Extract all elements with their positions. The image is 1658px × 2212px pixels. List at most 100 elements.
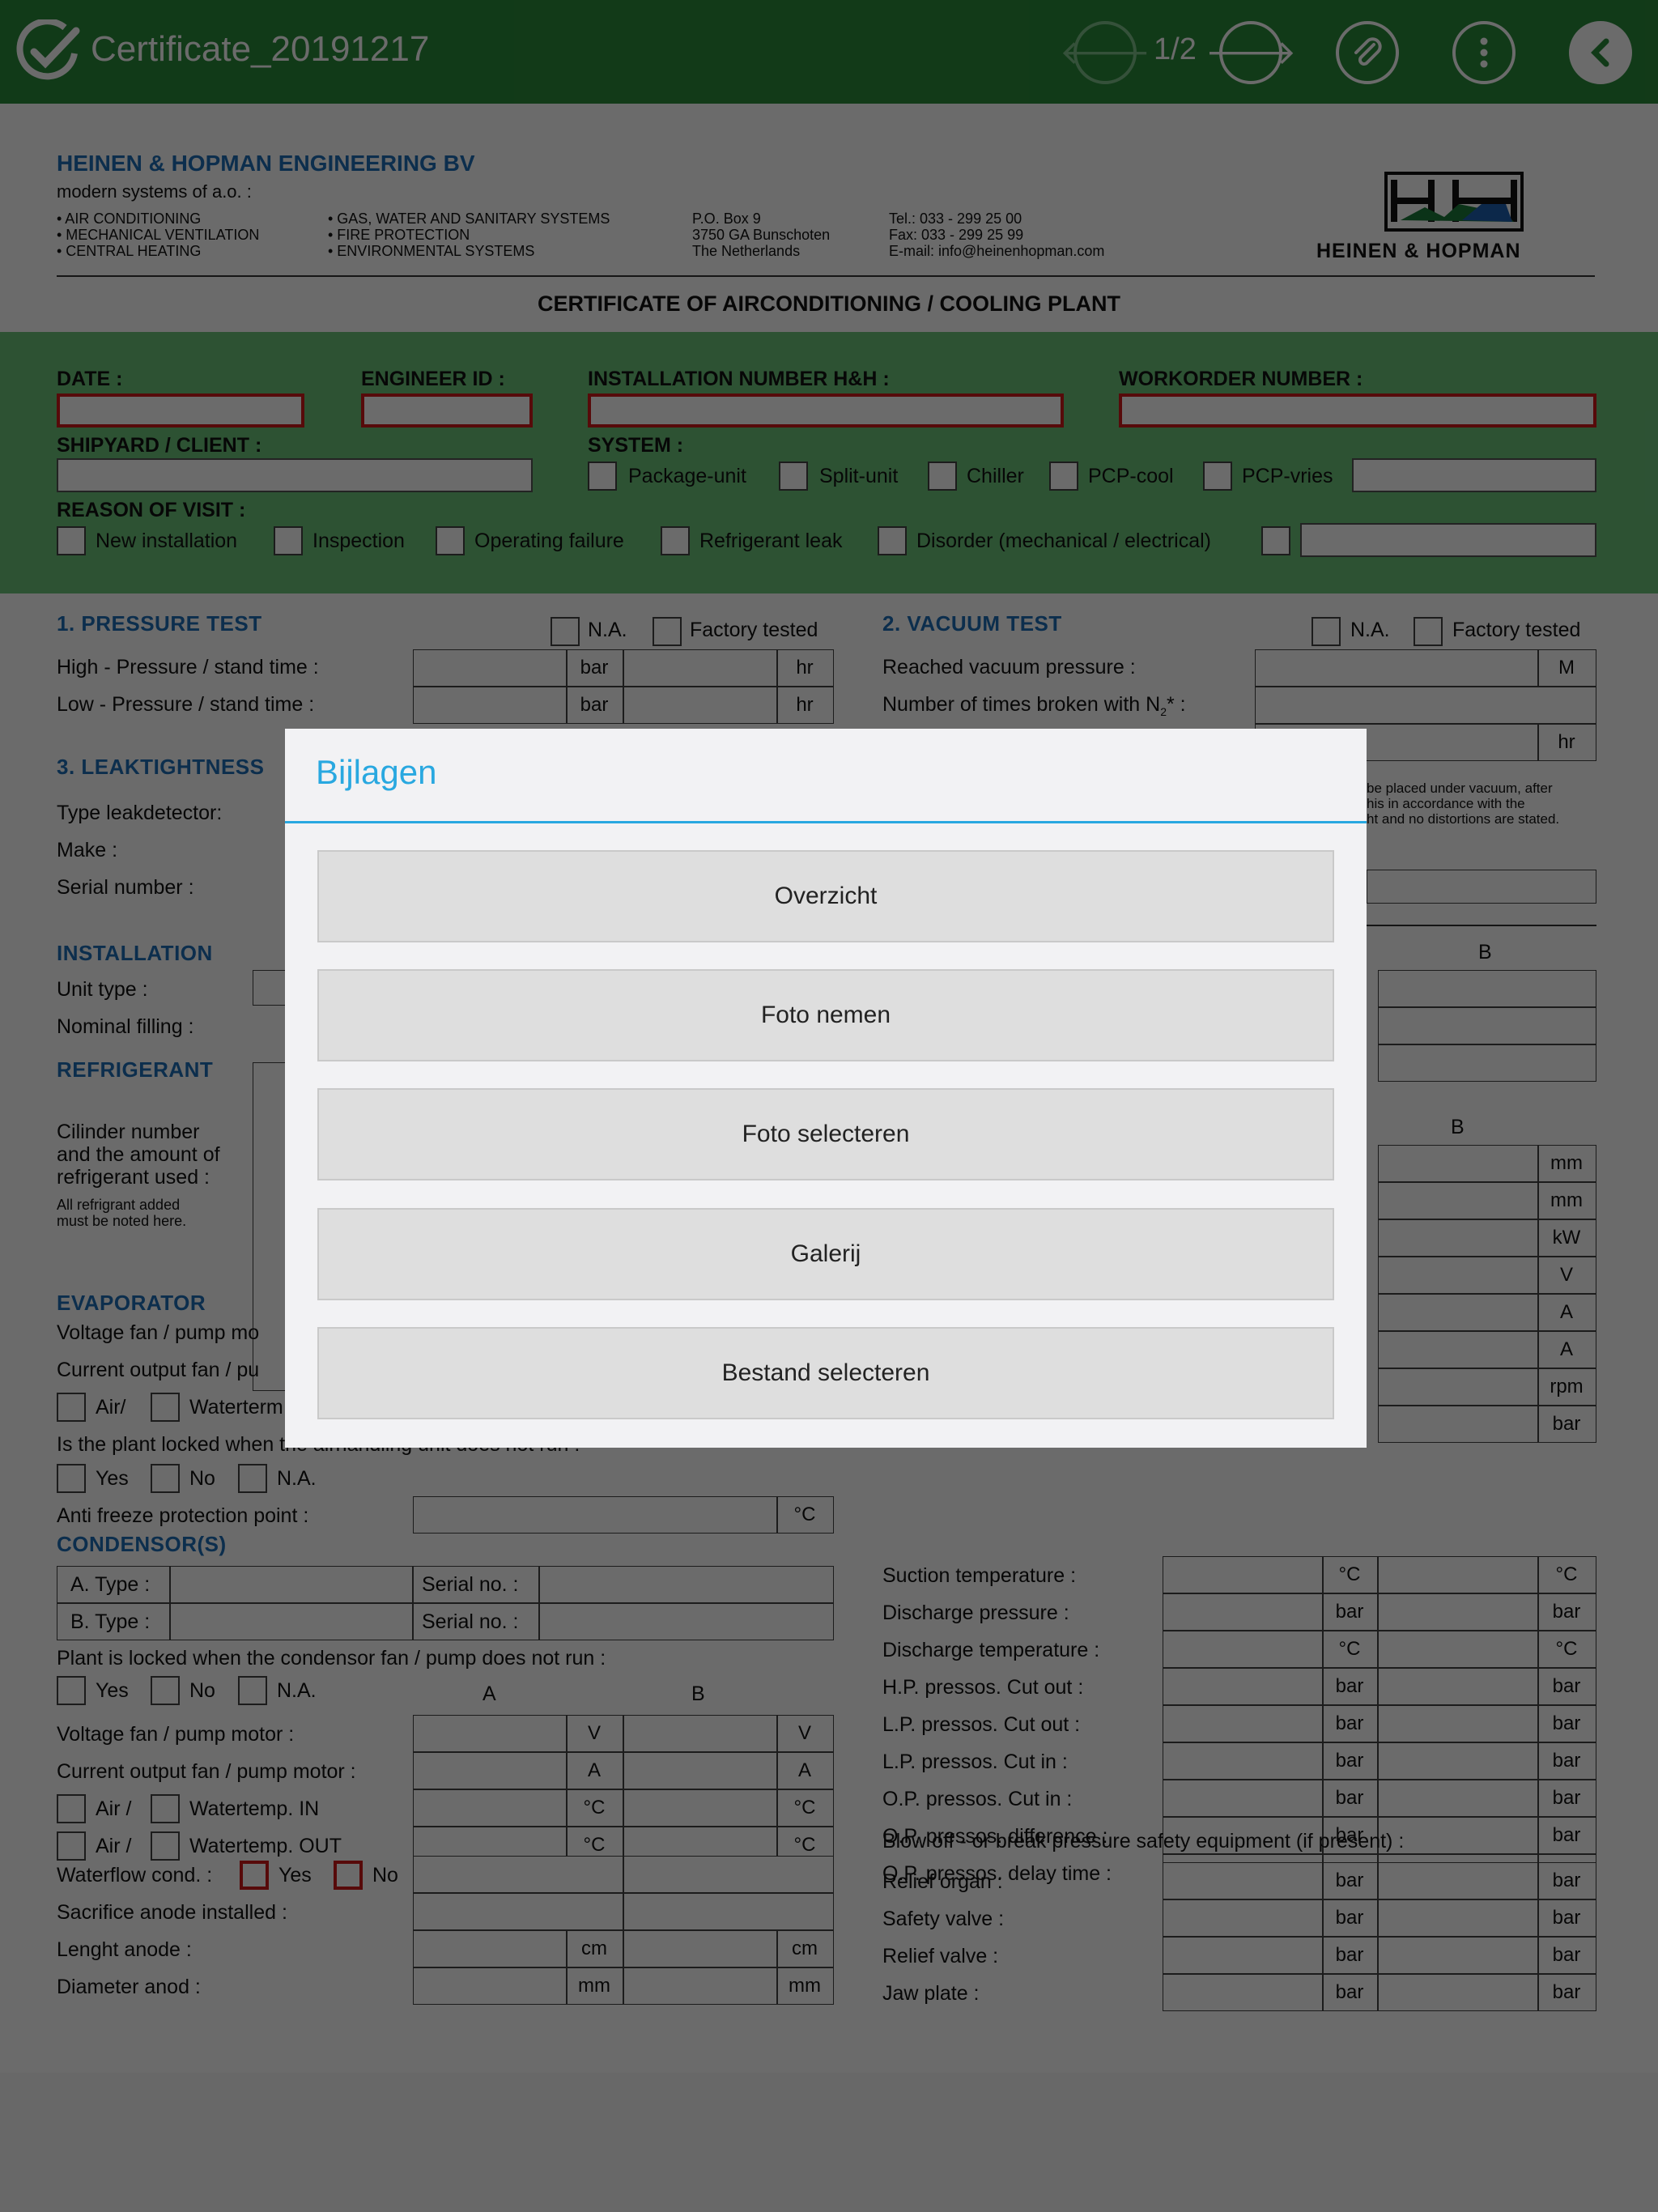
- attachments-button[interactable]: [1336, 21, 1399, 84]
- installation-b-row-3[interactable]: [1378, 1044, 1596, 1082]
- safety-b-field[interactable]: [1378, 1862, 1538, 1899]
- high-pressure-value[interactable]: [413, 649, 567, 687]
- measurement-b-field[interactable]: [1378, 1631, 1538, 1668]
- system-other-field[interactable]: [1352, 458, 1596, 492]
- measurement-b-field[interactable]: [1378, 1668, 1538, 1705]
- measurement-a-field[interactable]: [1163, 1556, 1323, 1593]
- installation-b-row-1[interactable]: [1378, 970, 1596, 1007]
- safety-b-field[interactable]: [1378, 1937, 1538, 1974]
- safety-b-field[interactable]: [1378, 1899, 1538, 1937]
- cond-water-checkbox[interactable]: [151, 1831, 180, 1861]
- safety-a-field[interactable]: [1163, 1974, 1323, 2011]
- waterflow-b-field[interactable]: [623, 1856, 834, 1893]
- waterflow-no-checkbox[interactable]: [334, 1861, 363, 1890]
- cond-b-field[interactable]: [623, 1715, 777, 1752]
- prev-page-button[interactable]: 🡐: [1060, 21, 1150, 84]
- overview-button[interactable]: Overzicht: [317, 850, 1334, 942]
- cond-a-field[interactable]: [413, 1789, 567, 1827]
- anode-length-b[interactable]: [623, 1930, 777, 1967]
- right-row-field[interactable]: [1378, 1145, 1538, 1182]
- take-photo-button[interactable]: Foto nemen: [317, 969, 1334, 1061]
- vacuum-extra-field[interactable]: [1367, 870, 1596, 904]
- reason-refrigerant-leak-checkbox[interactable]: [661, 526, 690, 555]
- evap-air-checkbox[interactable]: [57, 1393, 86, 1422]
- cond-locked-na-checkbox[interactable]: [238, 1676, 267, 1705]
- cond-a-field[interactable]: [413, 1715, 567, 1752]
- vacuum-na-checkbox[interactable]: [1312, 617, 1341, 646]
- anode-b-field[interactable]: [623, 1893, 834, 1930]
- cond-air-checkbox[interactable]: [57, 1794, 86, 1823]
- waterflow-a-field[interactable]: [413, 1856, 623, 1893]
- safety-a-field[interactable]: [1163, 1862, 1323, 1899]
- high-pressure-time[interactable]: [623, 649, 777, 687]
- evap-locked-yes-checkbox[interactable]: [57, 1464, 86, 1493]
- vacuum-broken-field[interactable]: [1255, 687, 1596, 724]
- cond-a-field[interactable]: [413, 1752, 567, 1789]
- measurement-a-field[interactable]: [1163, 1631, 1323, 1668]
- measurement-a-field[interactable]: [1163, 1668, 1323, 1705]
- evap-locked-no-checkbox[interactable]: [151, 1464, 180, 1493]
- right-row-field[interactable]: [1378, 1219, 1538, 1257]
- system-package-unit-checkbox[interactable]: [588, 462, 617, 491]
- right-row-field[interactable]: [1378, 1331, 1538, 1368]
- engineer-id-field[interactable]: [361, 393, 533, 428]
- right-row-field[interactable]: [1378, 1294, 1538, 1331]
- cond-locked-no-checkbox[interactable]: [151, 1676, 180, 1705]
- reason-disorder-checkbox[interactable]: [878, 526, 907, 555]
- evap-locked-na-checkbox[interactable]: [238, 1464, 267, 1493]
- right-row-field[interactable]: [1378, 1182, 1538, 1219]
- measurement-b-field[interactable]: [1378, 1593, 1538, 1631]
- select-photo-button[interactable]: Foto selecteren: [317, 1088, 1334, 1180]
- reason-inspection-checkbox[interactable]: [274, 526, 303, 555]
- cond-water-checkbox[interactable]: [151, 1794, 180, 1823]
- measurement-a-field[interactable]: [1163, 1742, 1323, 1780]
- select-file-button[interactable]: Bestand selecteren: [317, 1327, 1334, 1419]
- anode-a-field[interactable]: [413, 1893, 623, 1930]
- system-pcp-vries-checkbox[interactable]: [1203, 462, 1232, 491]
- pressure-na-checkbox[interactable]: [551, 617, 580, 646]
- measurement-a-field[interactable]: [1163, 1705, 1323, 1742]
- measurement-a-field[interactable]: [1163, 1593, 1323, 1631]
- workorder-number-field[interactable]: [1119, 393, 1596, 428]
- next-page-button[interactable]: 🡒: [1205, 21, 1296, 84]
- measurement-b-field[interactable]: [1378, 1780, 1538, 1817]
- cond-b-type-field[interactable]: [170, 1603, 413, 1640]
- anode-length-a[interactable]: [413, 1930, 567, 1967]
- measurement-b-field[interactable]: [1378, 1705, 1538, 1742]
- right-row-field[interactable]: [1378, 1257, 1538, 1294]
- evap-water-checkbox[interactable]: [151, 1393, 180, 1422]
- reason-other-field[interactable]: [1300, 523, 1596, 557]
- vacuum-factory-checkbox[interactable]: [1414, 617, 1443, 646]
- shipyard-field[interactable]: [57, 458, 533, 492]
- cond-b-serial-field[interactable]: [539, 1603, 834, 1640]
- installation-b-row-2[interactable]: [1378, 1007, 1596, 1044]
- cond-air-checkbox[interactable]: [57, 1831, 86, 1861]
- system-chiller-checkbox[interactable]: [928, 462, 957, 491]
- system-split-unit-checkbox[interactable]: [779, 462, 808, 491]
- reason-other-checkbox[interactable]: [1261, 526, 1290, 555]
- anode-diameter-b[interactable]: [623, 1967, 777, 2005]
- low-pressure-time[interactable]: [623, 687, 777, 724]
- date-field[interactable]: [57, 393, 304, 428]
- reason-operating-failure-checkbox[interactable]: [436, 526, 465, 555]
- measurement-b-field[interactable]: [1378, 1742, 1538, 1780]
- low-pressure-value[interactable]: [413, 687, 567, 724]
- anode-diameter-a[interactable]: [413, 1967, 567, 2005]
- menu-button[interactable]: [1452, 21, 1516, 84]
- waterflow-yes-checkbox[interactable]: [240, 1861, 269, 1890]
- gallery-button[interactable]: Galerij: [317, 1208, 1334, 1300]
- right-row-field[interactable]: [1378, 1368, 1538, 1406]
- cond-locked-yes-checkbox[interactable]: [57, 1676, 86, 1705]
- measurement-a-field[interactable]: [1163, 1780, 1323, 1817]
- right-row-field[interactable]: [1378, 1406, 1538, 1443]
- vacuum-reached-field[interactable]: [1255, 649, 1538, 687]
- measurement-b-field[interactable]: [1378, 1556, 1538, 1593]
- back-button[interactable]: [1569, 21, 1632, 84]
- safety-b-field[interactable]: [1378, 1974, 1538, 2011]
- cond-b-field[interactable]: [623, 1752, 777, 1789]
- cond-a-type-field[interactable]: [170, 1566, 413, 1603]
- pressure-factory-checkbox[interactable]: [653, 617, 682, 646]
- cond-b-field[interactable]: [623, 1789, 777, 1827]
- cond-a-serial-field[interactable]: [539, 1566, 834, 1603]
- installation-number-field[interactable]: [588, 393, 1064, 428]
